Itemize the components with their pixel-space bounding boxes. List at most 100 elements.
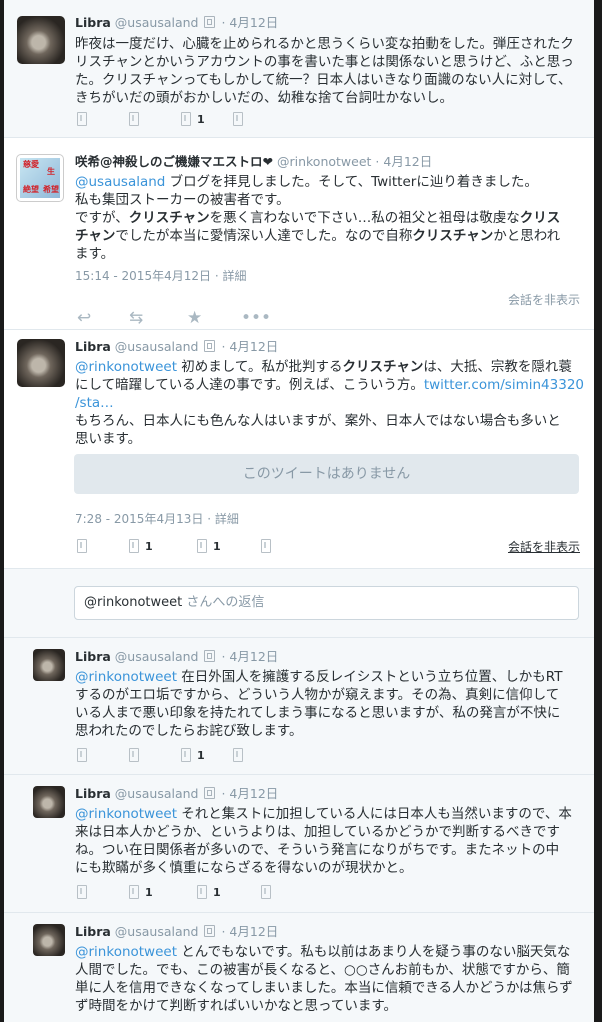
favorite-count: 1: [213, 539, 221, 553]
retweet-count: 1: [145, 885, 153, 899]
favorite-count: 1: [197, 748, 205, 762]
details-link[interactable]: 詳細: [215, 512, 239, 526]
tweet-actions: 1 1: [77, 539, 377, 555]
retweet-count: 1: [145, 539, 153, 553]
display-name[interactable]: Libra: [75, 786, 111, 801]
tweet-actions: 1 1: [77, 885, 377, 901]
avatar[interactable]: [33, 924, 65, 956]
reply-tweet-3[interactable]: Libra @usausaland · 4月12日 @rinkonotweet …: [4, 913, 594, 1022]
retweet-icon[interactable]: 1: [129, 539, 153, 553]
more-icon[interactable]: [261, 885, 271, 899]
user-handle[interactable]: @rinkonotweet: [277, 154, 371, 169]
avatar-text: 慈愛: [23, 160, 39, 169]
tweet-text: @usausaland ブログを拝見しました。そして、Twitterに辿り着きま…: [75, 174, 561, 262]
more-icon[interactable]: [233, 112, 243, 126]
tweet-header: Libra @usausaland · 4月12日: [75, 786, 279, 801]
user-handle[interactable]: @usausaland: [115, 786, 199, 801]
tweet-text: 昨夜は一度だけ、心臓を止められるかと思うくらい変な拍動をした。弾圧されたクリスチ…: [75, 36, 574, 106]
tweet-3[interactable]: Libra @usausaland · 4月12日 @rinkonotweet …: [4, 330, 594, 569]
reply-input[interactable]: @rinkonotweet さんへの返信: [74, 586, 579, 620]
info-icon: [204, 340, 216, 352]
tweet-actions: 1: [77, 112, 377, 128]
quoted-tweet-unavailable: このツイートはありません: [74, 454, 579, 494]
tweet-text: @rinkonotweet 初めまして。私が批判するクリスチャンは、大抵、宗教を…: [75, 359, 584, 447]
avatar[interactable]: 慈愛 生 絶望 希望: [16, 154, 64, 202]
reply-placeholder: さんへの返信: [182, 595, 265, 610]
avatar[interactable]: [17, 339, 65, 387]
reply-tweet-1[interactable]: Libra @usausaland · 4月12日 @rinkonotweet …: [4, 638, 594, 775]
reply-mention: @rinkonotweet: [84, 595, 183, 610]
reply-icon[interactable]: [77, 112, 87, 126]
timestamp[interactable]: 4月12日: [383, 154, 432, 169]
display-name[interactable]: Libra: [75, 15, 111, 30]
reply-tweet-2[interactable]: Libra @usausaland · 4月12日 @rinkonotweet …: [4, 775, 594, 913]
more-icon[interactable]: [233, 748, 243, 762]
tweet-2[interactable]: 慈愛 生 絶望 希望 咲希@神殺しのご機嫌マエストロ❤ @rinkonotwee…: [4, 138, 594, 330]
more-icon[interactable]: •••: [241, 308, 271, 328]
favorite-icon[interactable]: 1: [181, 112, 205, 126]
info-icon: [204, 925, 216, 937]
tweet-header: Libra @usausaland · 4月12日: [75, 339, 279, 354]
tweet-text: @rinkonotweet とんでもないです。私も以前はあまり人を疑う事のない脳…: [75, 944, 573, 1014]
reply-section: @rinkonotweet さんへの返信: [4, 569, 594, 638]
timestamp[interactable]: 4月12日: [229, 15, 278, 30]
mention-link[interactable]: @rinkonotweet: [75, 944, 177, 960]
info-icon: [204, 16, 216, 28]
info-icon: [204, 787, 216, 799]
favorite-count: 1: [213, 885, 221, 899]
display-name[interactable]: 咲希@神殺しのご機嫌マエストロ❤: [75, 154, 273, 169]
timestamp[interactable]: 4月12日: [229, 649, 278, 664]
details-link[interactable]: 詳細: [222, 269, 246, 283]
retweet-icon[interactable]: 1: [129, 885, 153, 899]
more-icon[interactable]: [261, 539, 271, 553]
mention-link[interactable]: @rinkonotweet: [75, 359, 177, 375]
display-name[interactable]: Libra: [75, 339, 111, 354]
avatar[interactable]: [17, 16, 65, 64]
tweet-text: @rinkonotweet 在日外国人を擁護する反レイシストという立ち位置、しか…: [75, 669, 563, 739]
tweet-1[interactable]: Libra @usausaland · 4月12日 昨夜は一度だけ、心臓を止めら…: [4, 0, 594, 138]
mention-link[interactable]: @rinkonotweet: [75, 806, 177, 822]
avatar[interactable]: [33, 649, 65, 681]
reply-icon[interactable]: [77, 748, 87, 762]
display-name[interactable]: Libra: [75, 924, 111, 939]
info-icon: [204, 650, 216, 662]
tweet-datetime[interactable]: 7:28 - 2015年4月13日: [75, 512, 203, 526]
retweet-icon[interactable]: [129, 112, 139, 126]
tweet-actions: 1: [77, 748, 377, 764]
conversation-panel: Libra @usausaland · 4月12日 昨夜は一度だけ、心臓を止めら…: [4, 0, 594, 1022]
avatar[interactable]: [33, 786, 65, 818]
tweet-text: @rinkonotweet それと集ストに加担している人には日本人も当然いますの…: [75, 806, 572, 876]
tweet-actions: ↩ ⇆ ★ •••: [77, 308, 327, 328]
tweet-meta: 7:28 - 2015年4月13日 · 詳細: [75, 512, 239, 526]
hide-conversation-link[interactable]: 会話を非表示: [508, 538, 580, 555]
reply-icon[interactable]: [77, 885, 87, 899]
timestamp[interactable]: 4月12日: [229, 339, 278, 354]
reply-icon[interactable]: ↩: [77, 308, 91, 328]
timestamp[interactable]: 4月12日: [229, 786, 278, 801]
user-handle[interactable]: @usausaland: [115, 924, 199, 939]
user-handle[interactable]: @usausaland: [115, 15, 199, 30]
favorite-icon[interactable]: 1: [181, 748, 205, 762]
display-name[interactable]: Libra: [75, 649, 111, 664]
favorite-icon[interactable]: 1: [197, 885, 221, 899]
url-link[interactable]: twitter.com/simin43320: [424, 377, 584, 393]
favorite-count: 1: [197, 112, 205, 126]
tweet-datetime[interactable]: 15:14 - 2015年4月12日: [75, 269, 211, 283]
retweet-icon[interactable]: [129, 748, 139, 762]
highlight-keyword: クリスチャン: [128, 210, 210, 226]
favorite-icon[interactable]: ★: [187, 308, 202, 328]
user-handle[interactable]: @usausaland: [115, 649, 199, 664]
reply-icon[interactable]: [77, 539, 87, 553]
favorite-icon[interactable]: 1: [197, 539, 221, 553]
tweet-header: 咲希@神殺しのご機嫌マエストロ❤ @rinkonotweet · 4月12日: [75, 154, 433, 169]
mention-link[interactable]: @usausaland: [75, 174, 165, 190]
hide-conversation-link[interactable]: 会話を非表示: [508, 291, 580, 308]
timestamp[interactable]: 4月12日: [229, 924, 278, 939]
tweet-header: Libra @usausaland · 4月12日: [75, 15, 279, 30]
user-handle[interactable]: @usausaland: [115, 339, 199, 354]
tweet-header: Libra @usausaland · 4月12日: [75, 649, 279, 664]
tweet-header: Libra @usausaland · 4月12日: [75, 924, 279, 939]
tweet-meta: 15:14 - 2015年4月12日 · 詳細: [75, 269, 247, 283]
mention-link[interactable]: @rinkonotweet: [75, 669, 177, 685]
retweet-icon[interactable]: ⇆: [129, 308, 143, 328]
